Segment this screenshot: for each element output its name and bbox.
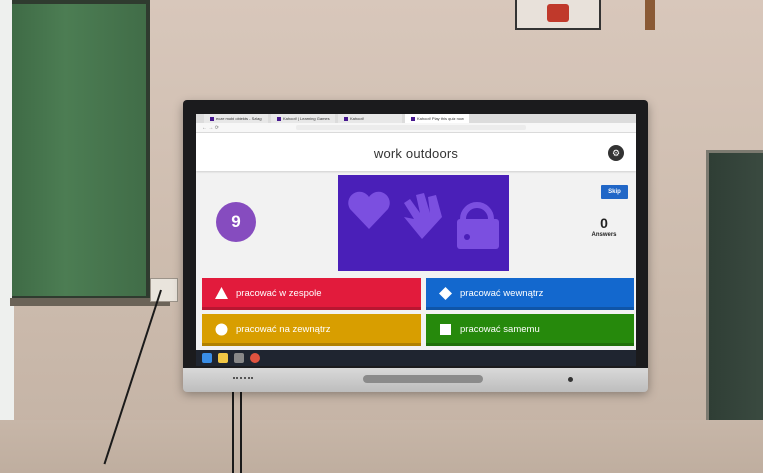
- wall-cross: [645, 0, 655, 30]
- green-pinboard: [12, 0, 150, 300]
- tab-favicon-icon: [344, 116, 348, 121]
- url-field[interactable]: [296, 125, 526, 130]
- browser-tab-active[interactable]: Kahoot! Play this quiz now: [405, 114, 469, 123]
- chalkboard: [706, 150, 763, 440]
- emblem-icon: [547, 4, 569, 22]
- tab-label: Kahoot! | Learning Games: [283, 116, 330, 121]
- tv-bezel: [183, 368, 648, 392]
- answer-label: pracować w zespole: [236, 288, 322, 299]
- heart-icon: [348, 191, 390, 229]
- wall-socket: [150, 278, 178, 302]
- board-ledge: [10, 298, 170, 306]
- wall-emblem-frame: [515, 0, 601, 30]
- answer-label: pracować wewnątrz: [460, 288, 544, 299]
- countdown-timer: 9: [216, 202, 256, 242]
- browser-tabbar: ecze mobi obiekts - Szlag Kahoot! | Lear…: [196, 114, 636, 123]
- hand-icon: [404, 193, 442, 239]
- tv-screen: ecze mobi obiekts - Szlag Kahoot! | Lear…: [196, 114, 636, 366]
- browser-tab[interactable]: ecze mobi obiekts - Szlag: [204, 114, 268, 123]
- diamond-icon: [439, 287, 452, 300]
- answer-option-blue[interactable]: pracować wewnątrz: [426, 278, 634, 310]
- question-image: [338, 175, 509, 271]
- power-indicator: [568, 377, 573, 382]
- question-header: work outdoors ⚙: [196, 133, 636, 171]
- app-icon[interactable]: [234, 353, 244, 363]
- start-icon[interactable]: [202, 353, 212, 363]
- cable: [232, 392, 234, 473]
- speaker-grill: [363, 375, 483, 383]
- skip-button[interactable]: Skip: [601, 185, 628, 199]
- triangle-icon: [215, 287, 228, 299]
- address-bar[interactable]: ← → ⟳: [196, 123, 636, 133]
- tab-favicon-icon: [411, 116, 415, 121]
- question-title: work outdoors: [373, 146, 459, 161]
- answers-count: 0: [600, 215, 608, 231]
- classroom-scene: ecze mobi obiekts - Szlag Kahoot! | Lear…: [0, 0, 763, 473]
- answer-label: pracować samemu: [460, 324, 540, 335]
- cable: [240, 392, 242, 473]
- answer-option-yellow[interactable]: pracować na zewnątrz: [202, 314, 421, 346]
- tab-label: Kahoot! Play this quiz now: [417, 116, 464, 121]
- tab-label: Kahoot!: [350, 116, 364, 121]
- browser-tab[interactable]: Kahoot! | Learning Games: [271, 114, 335, 123]
- settings-icon[interactable]: ⚙: [608, 145, 624, 161]
- folder-icon[interactable]: [218, 353, 228, 363]
- lock-icon: [457, 202, 499, 249]
- answer-label: pracować na zewnątrz: [236, 324, 331, 335]
- circle-icon: [215, 323, 228, 336]
- taskbar: [196, 350, 636, 366]
- tab-favicon-icon: [277, 116, 281, 121]
- tab-favicon-icon: [210, 116, 214, 121]
- square-icon: [440, 324, 451, 335]
- answer-option-red[interactable]: pracować w zespole: [202, 278, 421, 310]
- browser-icon[interactable]: [250, 353, 260, 363]
- tv-buttons[interactable]: [233, 377, 253, 382]
- tab-label: ecze mobi obiekts - Szlag: [216, 116, 262, 121]
- answer-option-green[interactable]: pracować samemu: [426, 314, 634, 346]
- browser-tab[interactable]: Kahoot!: [338, 114, 402, 123]
- nav-arrows-icon[interactable]: ← → ⟳: [202, 125, 219, 131]
- answers-label: Answers: [591, 232, 617, 238]
